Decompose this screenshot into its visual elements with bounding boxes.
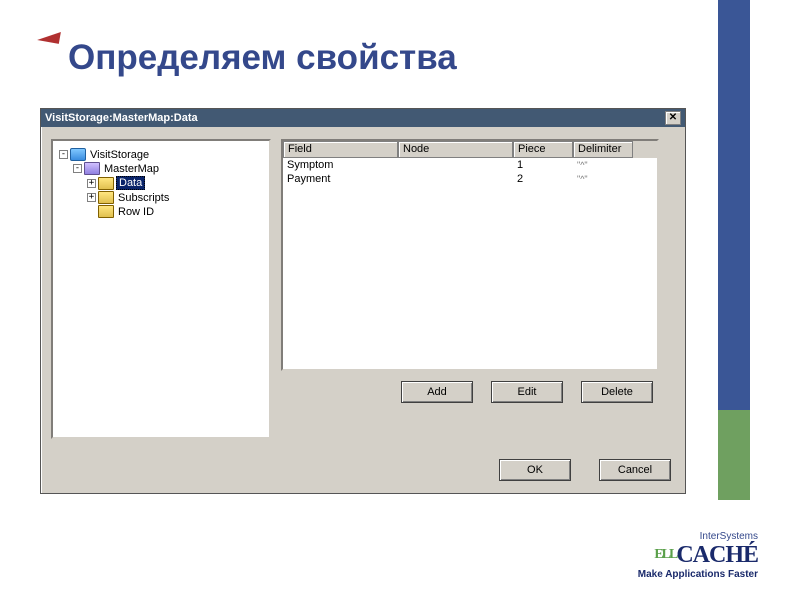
delete-button[interactable]: Delete [581, 381, 653, 403]
list-rows: Symptom 1 "^" Payment 2 "^" [283, 158, 657, 186]
slide-triangle-icon [37, 28, 61, 44]
col-header-piece[interactable]: Piece [513, 141, 573, 158]
col-header-field[interactable]: Field [283, 141, 398, 158]
expand-icon [87, 207, 96, 216]
list-row[interactable]: Payment 2 "^" [283, 172, 657, 186]
add-button[interactable]: Add [401, 381, 473, 403]
slide-decor-green [718, 410, 750, 500]
tree-label: MasterMap [102, 163, 161, 175]
folder-icon [98, 191, 114, 204]
cell-field: Payment [283, 172, 398, 186]
dialog-window: VisitStorage:MasterMap:Data ✕ - VisitSto… [40, 108, 686, 494]
folder-icon [98, 177, 114, 190]
list-button-row: Add Edit Delete [281, 371, 659, 403]
logo-company-text: InterSystems [638, 531, 758, 542]
dialog-titlebar[interactable]: VisitStorage:MasterMap:Data ✕ [41, 109, 685, 127]
tree-node-data[interactable]: + Data [87, 176, 265, 190]
edit-button[interactable]: Edit [491, 381, 563, 403]
tree-label-selected: Data [116, 176, 145, 190]
col-header-node[interactable]: Node [398, 141, 513, 158]
logo-main: CACHÉ [676, 542, 758, 568]
expand-icon[interactable]: - [73, 164, 82, 173]
slide-decor-blue [718, 0, 750, 410]
tree-node-mastermap[interactable]: - MasterMap [73, 162, 265, 175]
expand-icon[interactable]: + [87, 179, 96, 188]
cell-node [398, 172, 513, 186]
cell-delimiter: "^" [573, 172, 633, 186]
slide-title: Определяем свойства [68, 38, 457, 78]
cancel-button[interactable]: Cancel [599, 459, 671, 481]
tree-node-rowid[interactable]: Row ID [87, 205, 265, 218]
cell-piece: 2 [513, 172, 573, 186]
dialog-footer: OK Cancel [41, 449, 685, 493]
folder-icon [98, 205, 114, 218]
cell-piece: 1 [513, 158, 573, 172]
expand-icon[interactable]: - [59, 150, 68, 159]
list-row[interactable]: Symptom 1 "^" [283, 158, 657, 172]
tree-pane[interactable]: - VisitStorage - MasterMap [51, 139, 271, 439]
ok-button[interactable]: OK [499, 459, 571, 481]
logo-tagline-text: Make Applications Faster [638, 569, 758, 580]
dialog-title-text: VisitStorage:MasterMap:Data [45, 109, 198, 127]
logo-product-text: ELLCACHÉ [638, 542, 758, 569]
tree-label: Row ID [116, 206, 156, 218]
list-pane[interactable]: Field Node Piece Delimiter Symptom 1 "^"… [281, 139, 659, 371]
cell-delimiter: "^" [573, 158, 633, 172]
expand-icon[interactable]: + [87, 193, 96, 202]
cell-node [398, 158, 513, 172]
tree-label: Subscripts [116, 192, 171, 204]
col-header-delimiter[interactable]: Delimiter [573, 141, 633, 158]
list-header: Field Node Piece Delimiter [283, 141, 657, 158]
logo-area: InterSystems ELLCACHÉ Make Applications … [638, 531, 758, 580]
cell-field: Symptom [283, 158, 398, 172]
tree-label: VisitStorage [88, 149, 151, 161]
map-icon [84, 162, 100, 175]
tree-node-visitstorage[interactable]: - VisitStorage [59, 148, 265, 161]
close-button[interactable]: ✕ [665, 111, 681, 125]
storage-icon [70, 148, 86, 161]
logo-prefix: ELL [654, 547, 676, 562]
tree-node-subscripts[interactable]: + Subscripts [87, 191, 265, 204]
